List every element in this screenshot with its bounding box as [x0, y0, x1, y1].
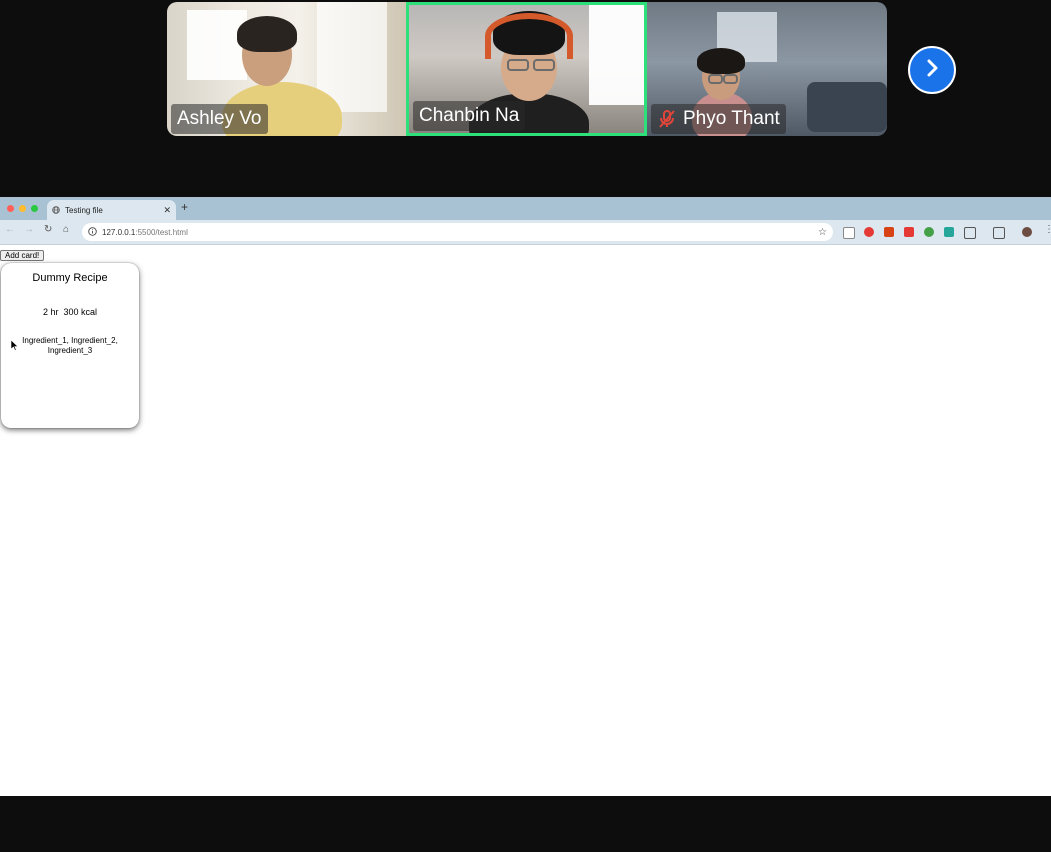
- globe-icon: [52, 201, 60, 219]
- tab-search-icon[interactable]: [993, 227, 1005, 239]
- site-info-icon[interactable]: [88, 223, 97, 241]
- reload-icon[interactable]: ↻: [44, 224, 52, 235]
- minimize-window-button[interactable]: [19, 205, 26, 212]
- participant-tile-phyo[interactable]: Phyo Thant: [647, 2, 887, 136]
- maximize-window-button[interactable]: [31, 205, 38, 212]
- next-participants-button[interactable]: [908, 46, 956, 94]
- browser-window: Testing file ✕ + ← → ↻ ⌂ 127.0.0.1:5500/…: [0, 197, 1051, 796]
- mouse-cursor-icon: [10, 338, 19, 356]
- address-host: 127.0.0.1: [102, 227, 136, 237]
- browser-toolbar: ← → ↻ ⌂ 127.0.0.1:5500/test.html ☆ ⋮: [0, 220, 1051, 245]
- recipe-title: Dummy Recipe: [32, 272, 108, 284]
- star-icon[interactable]: ☆: [818, 227, 827, 238]
- participant-name: Ashley Vo: [177, 108, 262, 129]
- mic-off-icon: [657, 109, 677, 129]
- plus-icon[interactable]: +: [181, 200, 188, 214]
- extension-icon[interactable]: [884, 227, 894, 237]
- record-icon[interactable]: [864, 227, 874, 237]
- participant-name-tag: Ashley Vo: [171, 104, 268, 134]
- recipe-meta: 2 hr 300 kcal: [42, 307, 98, 317]
- tab-title: Testing file: [65, 205, 103, 215]
- extension-icon[interactable]: [924, 227, 934, 237]
- recipe-card: Dummy Recipe 2 hr 300 kcal Ingredient_1,…: [1, 263, 139, 428]
- participant-name: Chanbin Na: [419, 105, 520, 126]
- address-bar[interactable]: 127.0.0.1:5500/test.html ☆: [82, 223, 833, 241]
- add-card-button[interactable]: Add card!: [0, 250, 45, 261]
- participant-tile-ashley[interactable]: Ashley Vo: [167, 2, 406, 136]
- participant-name-tag: Chanbin Na: [413, 101, 526, 131]
- close-window-button[interactable]: [7, 205, 14, 212]
- back-icon[interactable]: ←: [5, 224, 15, 235]
- participant-name-tag: Phyo Thant: [651, 104, 786, 134]
- extension-icon[interactable]: [843, 227, 855, 239]
- puzzle-icon[interactable]: [964, 227, 976, 239]
- page-content: Add card! Dummy Recipe 2 hr 300 kcal Ing…: [0, 245, 1051, 796]
- video-call-strip: Ashley Vo Chanbin Na Phyo Thant: [0, 0, 1051, 197]
- participant-tile-chanbin[interactable]: Chanbin Na: [406, 2, 647, 136]
- tab-bar: Testing file ✕ +: [0, 197, 1051, 220]
- recipe-ingredients: Ingredient_1, Ingredient_2, Ingredient_3: [22, 336, 118, 355]
- chevron-right-icon: [921, 57, 943, 84]
- address-path: :5500/test.html: [135, 227, 188, 237]
- participant-name: Phyo Thant: [683, 108, 780, 129]
- youtube-icon[interactable]: [904, 227, 914, 237]
- avatar[interactable]: [1022, 227, 1032, 237]
- tab-testing-file[interactable]: Testing file ✕: [47, 200, 176, 220]
- more-menu-icon[interactable]: ⋮: [1044, 224, 1051, 235]
- forward-icon[interactable]: →: [24, 224, 34, 235]
- close-icon[interactable]: ✕: [163, 205, 171, 216]
- home-icon[interactable]: ⌂: [63, 224, 69, 235]
- bottom-bar: [0, 796, 1051, 852]
- address-text: 127.0.0.1:5500/test.html: [102, 228, 813, 237]
- eyedropper-icon[interactable]: [944, 227, 954, 237]
